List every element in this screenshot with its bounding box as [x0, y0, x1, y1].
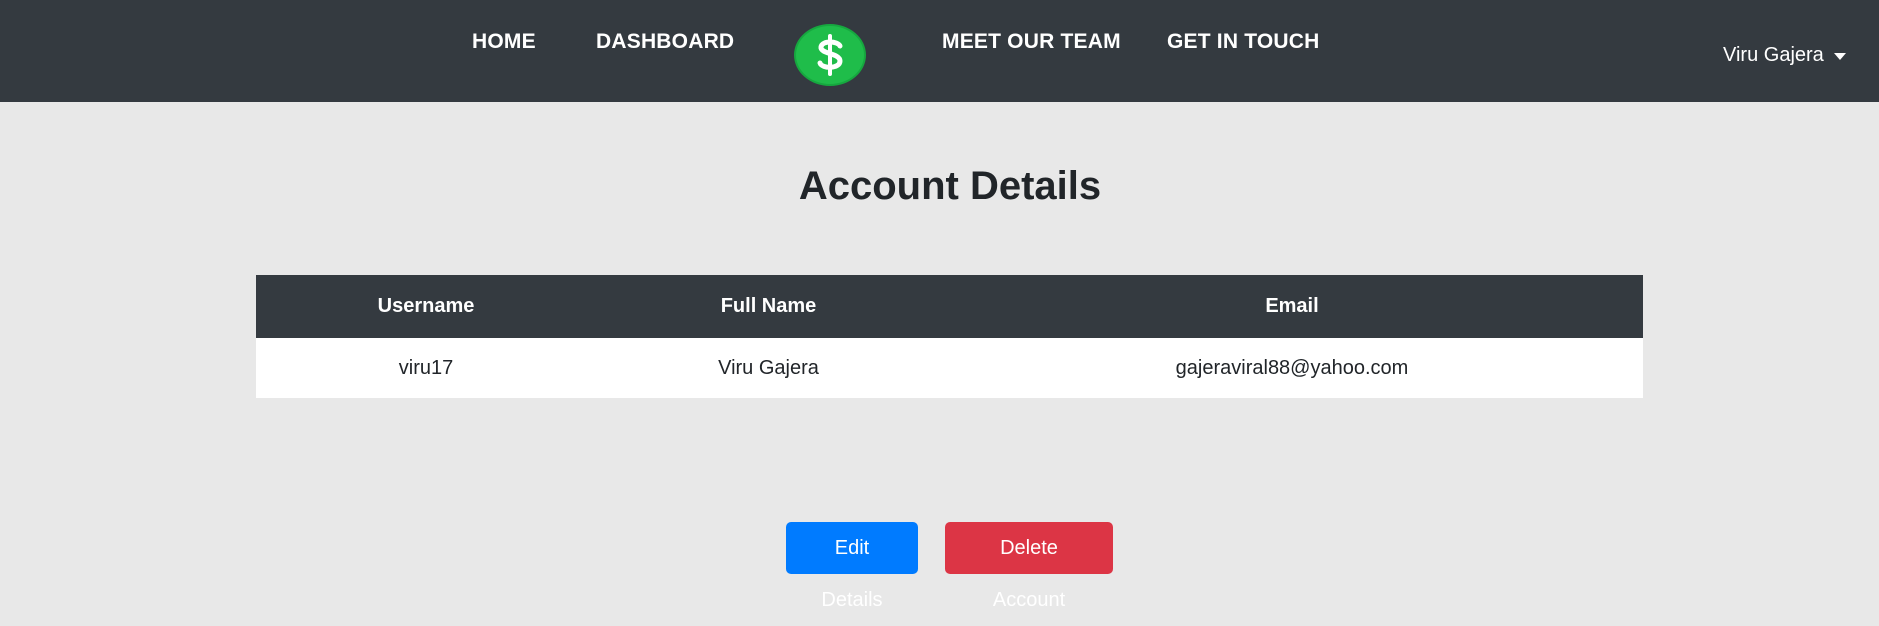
table-header-row: Username Full Name Email	[256, 275, 1643, 338]
delete-account-button[interactable]: Delete Account	[945, 522, 1113, 611]
header-full-name: Full Name	[720, 295, 817, 317]
header-email: Email	[1265, 295, 1319, 317]
table-row: viru17 Viru Gajera gajeraviral88@yahoo.c…	[256, 338, 1643, 398]
dollar-sign-icon[interactable]	[794, 24, 866, 86]
top-navbar: HOME DASHBOARD MEET OUR TEAM GET IN TOUC…	[0, 0, 1879, 102]
caret-down-icon	[1833, 53, 1846, 60]
nav-team-link[interactable]: MEET OUR TEAM	[942, 30, 1121, 54]
nav-contact-link[interactable]: GET IN TOUCH	[1167, 30, 1320, 54]
cell-full-name: Viru Gajera	[718, 356, 819, 379]
header-username: Username	[377, 295, 475, 317]
nav-home-link[interactable]: HOME	[472, 30, 536, 54]
cell-email: gajeraviral88@yahoo.com	[1175, 356, 1409, 379]
account-table: Username Full Name Email viru17 Viru Gaj…	[256, 275, 1643, 398]
cell-username: viru17	[398, 356, 454, 379]
user-name: Viru Gajera	[1723, 44, 1824, 66]
edit-details-button[interactable]: Edit Details	[786, 522, 918, 611]
page-title: Account Details	[798, 164, 1102, 208]
nav-dashboard-link[interactable]: DASHBOARD	[596, 30, 734, 54]
user-dropdown[interactable]: Viru Gajera	[1723, 44, 1846, 67]
